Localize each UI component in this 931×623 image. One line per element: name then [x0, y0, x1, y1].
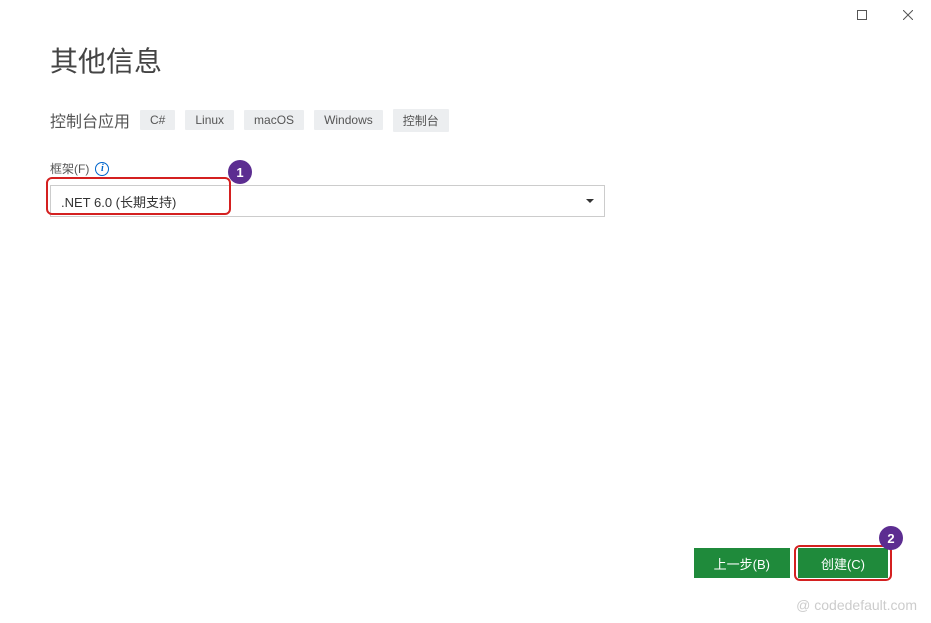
maximize-button[interactable]	[839, 0, 885, 30]
close-button[interactable]	[885, 0, 931, 30]
page-title: 其他信息	[50, 40, 881, 80]
create-button[interactable]: 创建(C)	[798, 548, 888, 578]
maximize-icon	[857, 10, 867, 20]
annotation-badge-2: 2	[879, 526, 903, 550]
tag: Linux	[185, 110, 234, 130]
framework-label: 框架(F)	[50, 160, 89, 177]
info-icon[interactable]: i	[95, 162, 109, 176]
tag: Windows	[314, 110, 383, 130]
watermark: @ codedefault.com	[796, 597, 917, 613]
framework-selected-value: .NET 6.0 (长期支持)	[61, 192, 176, 211]
tag: macOS	[244, 110, 304, 130]
project-type-label: 控制台应用	[50, 108, 130, 132]
back-button[interactable]: 上一步(B)	[694, 548, 790, 578]
chevron-down-icon	[586, 199, 594, 203]
subtitle-row: 控制台应用 C# Linux macOS Windows 控制台	[50, 108, 881, 132]
tag: 控制台	[393, 109, 449, 132]
tag: C#	[140, 110, 175, 130]
framework-dropdown[interactable]: .NET 6.0 (长期支持)	[50, 185, 605, 217]
annotation-badge-1: 1	[228, 160, 252, 184]
close-icon	[903, 10, 913, 20]
